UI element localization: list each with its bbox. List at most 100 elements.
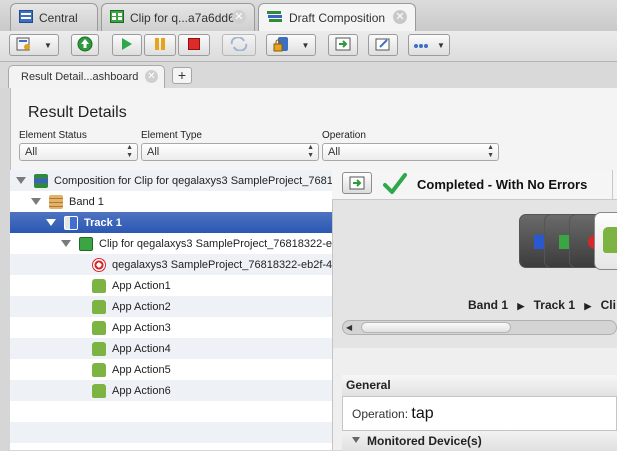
tab-result-details-dashboard[interactable]: Result Detail...ashboard ✕: [8, 65, 165, 88]
android-icon: [92, 278, 106, 293]
general-section-header[interactable]: General: [342, 375, 617, 397]
android-icon: [92, 299, 106, 314]
tree-label: Clip for qegalaxys3 SampleProject_768183…: [99, 237, 332, 250]
band-icon: [49, 194, 63, 209]
tree-row-band[interactable]: Band 1: [10, 191, 332, 212]
dashboard-tab-bar: Result Detail...ashboard ✕ +: [0, 62, 617, 88]
breadcrumb-band[interactable]: Band 1: [468, 298, 508, 312]
refresh-button[interactable]: [222, 34, 256, 56]
central-icon: [19, 9, 33, 26]
tree-row-action[interactable]: App Action1: [10, 275, 332, 296]
up-button[interactable]: [71, 34, 99, 56]
tree-empty-row: [10, 401, 332, 422]
export-button[interactable]: [328, 34, 358, 56]
operation-label: Operation: [322, 130, 366, 141]
tree-row-action[interactable]: App Action4: [10, 338, 332, 359]
track-icon: [64, 215, 78, 230]
expand-triangle-icon[interactable]: [61, 240, 71, 247]
page-title: Result Details: [28, 104, 127, 121]
chevron-down-icon: ▼: [437, 40, 445, 50]
monitored-devices-header[interactable]: Monitored Device(s): [342, 430, 617, 451]
tree-empty-row: [10, 422, 332, 443]
composition-settings-icon: [16, 37, 32, 54]
tree-row-action[interactable]: App Action3: [10, 317, 332, 338]
device-lock-button[interactable]: ▼: [266, 34, 316, 56]
close-icon[interactable]: ✕: [393, 10, 407, 24]
scroll-left-icon[interactable]: ◀: [346, 323, 352, 332]
more-icon: [413, 38, 429, 52]
expand-triangle-icon[interactable]: [46, 219, 56, 226]
target-icon: [92, 257, 106, 272]
close-icon[interactable]: ✕: [145, 70, 158, 83]
section-title: Monitored Device(s): [367, 434, 482, 448]
stop-icon: [188, 37, 200, 53]
tab-label: Draft Composition: [289, 11, 386, 25]
updown-arrows-icon: ▲ ▼: [307, 144, 314, 159]
section-title: General: [346, 378, 391, 392]
tree-label: App Action3: [112, 321, 171, 334]
close-icon[interactable]: ✕: [232, 10, 246, 24]
tree-label: App Action2: [112, 300, 171, 313]
updown-arrows-icon: ▲ ▼: [487, 144, 494, 159]
run-button[interactable]: [112, 34, 142, 56]
element-status-label: Element Status: [19, 130, 87, 141]
breadcrumb-separator: ▶: [517, 301, 525, 311]
operation-row: Operation: tap: [352, 405, 434, 423]
tab-draft-composition[interactable]: Draft Composition ✕: [258, 3, 416, 32]
arrow-up-circle-icon: [77, 36, 93, 55]
breadcrumb-separator: ▶: [584, 301, 592, 311]
divider: [612, 170, 613, 199]
chevron-down-icon: ▼: [301, 40, 310, 50]
tree-row-composition[interactable]: Composition for Clip for qegalaxys3 Samp…: [10, 170, 332, 191]
breadcrumb: Band 1 ▶ Track 1 ▶ Cli: [468, 298, 616, 312]
android-icon: [92, 320, 106, 335]
export-icon: [335, 37, 351, 54]
expand-triangle-icon[interactable]: [16, 177, 26, 184]
stop-button[interactable]: [178, 34, 210, 56]
status-text: Completed - With No Errors: [417, 177, 588, 192]
clip-icon: [110, 9, 124, 26]
tree-row-clip[interactable]: Clip for qegalaxys3 SampleProject_768183…: [10, 233, 332, 254]
breadcrumb-clip[interactable]: Cli: [601, 298, 616, 312]
refresh-icon: [229, 35, 249, 54]
checkmark-icon: [382, 172, 408, 199]
expand-triangle-icon[interactable]: [31, 198, 41, 205]
breadcrumb-track[interactable]: Track 1: [534, 298, 575, 312]
android-icon: [92, 341, 106, 356]
operation-select[interactable]: All ▲ ▼: [322, 143, 499, 161]
device-strip-scrollbar[interactable]: ◀: [342, 320, 617, 335]
editor-tab-bar: Central Clip for q...a7a6dd6 ✕ Draft Com…: [0, 0, 617, 32]
lock-icon: [273, 36, 291, 55]
edit-button[interactable]: [368, 34, 398, 56]
updown-arrows-icon: ▲ ▼: [126, 144, 133, 159]
add-tab-button[interactable]: +: [172, 67, 192, 84]
scrollbar-thumb[interactable]: [361, 322, 511, 333]
clip-icon: [79, 236, 93, 251]
tree-row-action[interactable]: App Action5: [10, 359, 332, 380]
device-thumbnail-selected[interactable]: [594, 212, 617, 270]
collapse-triangle-icon[interactable]: [352, 437, 360, 443]
tree-row-device[interactable]: qegalaxys3 SampleProject_76818322-eb2f-4: [10, 254, 332, 275]
tab-label: Result Detail...ashboard: [21, 71, 139, 83]
export-icon: [349, 176, 365, 193]
android-icon: [92, 362, 106, 377]
tree-label: App Action1: [112, 279, 171, 292]
element-type-select[interactable]: All ▲ ▼: [141, 143, 319, 161]
tab-label: Clip for q...a7a6dd6: [130, 10, 235, 25]
results-tree: Composition for Clip for qegalaxys3 Samp…: [10, 170, 332, 450]
element-status-select[interactable]: All ▲ ▼: [19, 143, 138, 161]
pause-button[interactable]: [144, 34, 176, 56]
tree-label: App Action5: [112, 363, 171, 376]
tree-row-action[interactable]: App Action2: [10, 296, 332, 317]
tree-label: Band 1: [69, 195, 104, 208]
operation-value: tap: [411, 405, 434, 422]
more-button[interactable]: ▼: [408, 34, 450, 56]
composition-menu-button[interactable]: ▼: [9, 34, 59, 56]
export-report-button[interactable]: [342, 172, 372, 194]
play-icon: [121, 37, 133, 53]
tab-central[interactable]: Central: [10, 3, 98, 31]
tree-row-track[interactable]: Track 1: [10, 212, 332, 233]
tree-row-action[interactable]: App Action6: [10, 380, 332, 401]
tree-label: Track 1: [84, 216, 122, 229]
tab-clip[interactable]: Clip for q...a7a6dd6 ✕: [101, 3, 255, 31]
